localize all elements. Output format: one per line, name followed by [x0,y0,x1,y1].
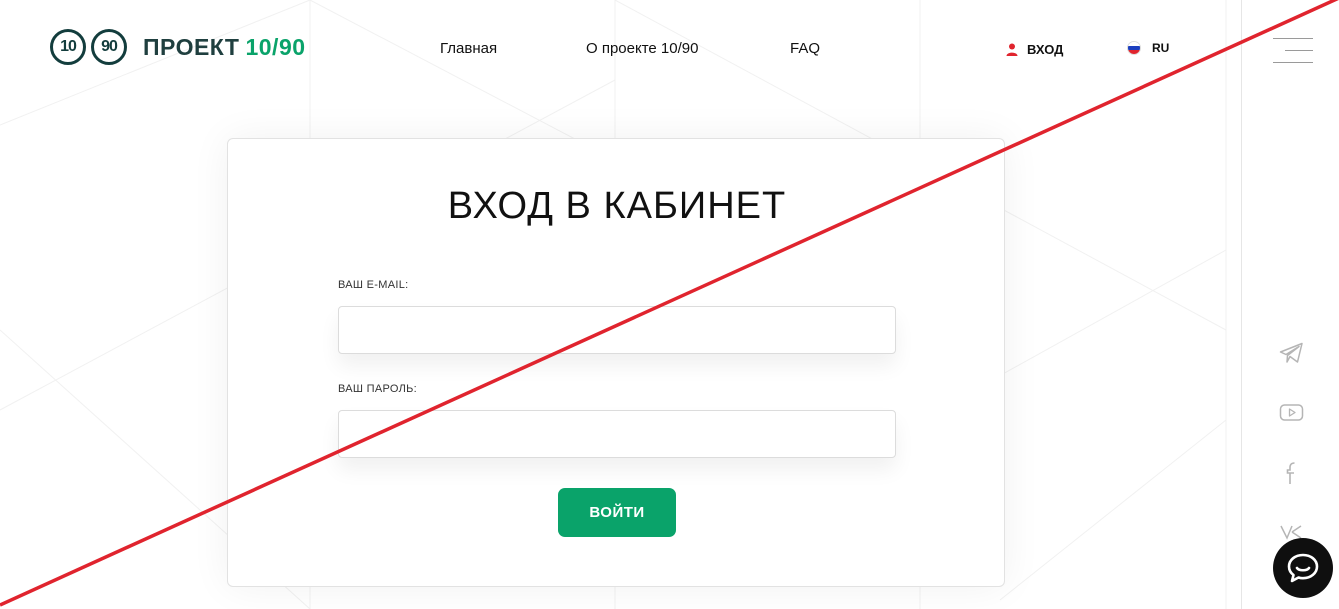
password-label: ВАШ ПАРОЛЬ: [338,383,418,395]
sidebar-divider [1241,0,1242,609]
nav-link-faq[interactable]: FAQ [790,40,820,57]
logo-mark: 10 90 [50,29,127,65]
menu-icon[interactable] [1273,38,1313,74]
facebook-icon[interactable] [1279,460,1304,486]
user-icon [1006,43,1018,56]
login-card: ВХОД В КАБИНЕТ ВАШ E-MAIL: ВАШ ПАРОЛЬ: В… [227,138,1005,587]
login-link[interactable]: ВХОД [1006,42,1063,57]
chat-bubble-icon [1287,553,1319,583]
login-title: ВХОД В КАБИНЕТ [447,185,787,227]
language-switcher[interactable]: RU [1127,41,1169,55]
russia-flag-icon [1127,41,1141,55]
logo-circle-right: 90 [91,29,127,65]
login-link-label: ВХОД [1027,42,1064,57]
logo-text: ПРОЕКТ 10/90 [143,34,306,61]
email-input[interactable] [338,306,896,354]
password-input[interactable] [338,410,896,458]
nav-link-about[interactable]: О проекте 10/90 [586,40,698,57]
login-button[interactable]: ВОЙТИ [558,488,676,537]
nav-link-home[interactable]: Главная [440,40,497,57]
telegram-icon[interactable] [1279,342,1304,364]
language-label: RU [1152,41,1170,55]
logo-text-accent: 10/90 [245,33,306,60]
site-logo[interactable]: 10 90 ПРОЕКТ 10/90 [50,29,306,65]
email-label: ВАШ E-MAIL: [338,279,409,291]
youtube-icon[interactable] [1279,403,1304,423]
logo-circle-left: 10 [50,29,86,65]
chat-button[interactable] [1273,538,1333,598]
logo-text-main: ПРОЕКТ [143,33,240,60]
